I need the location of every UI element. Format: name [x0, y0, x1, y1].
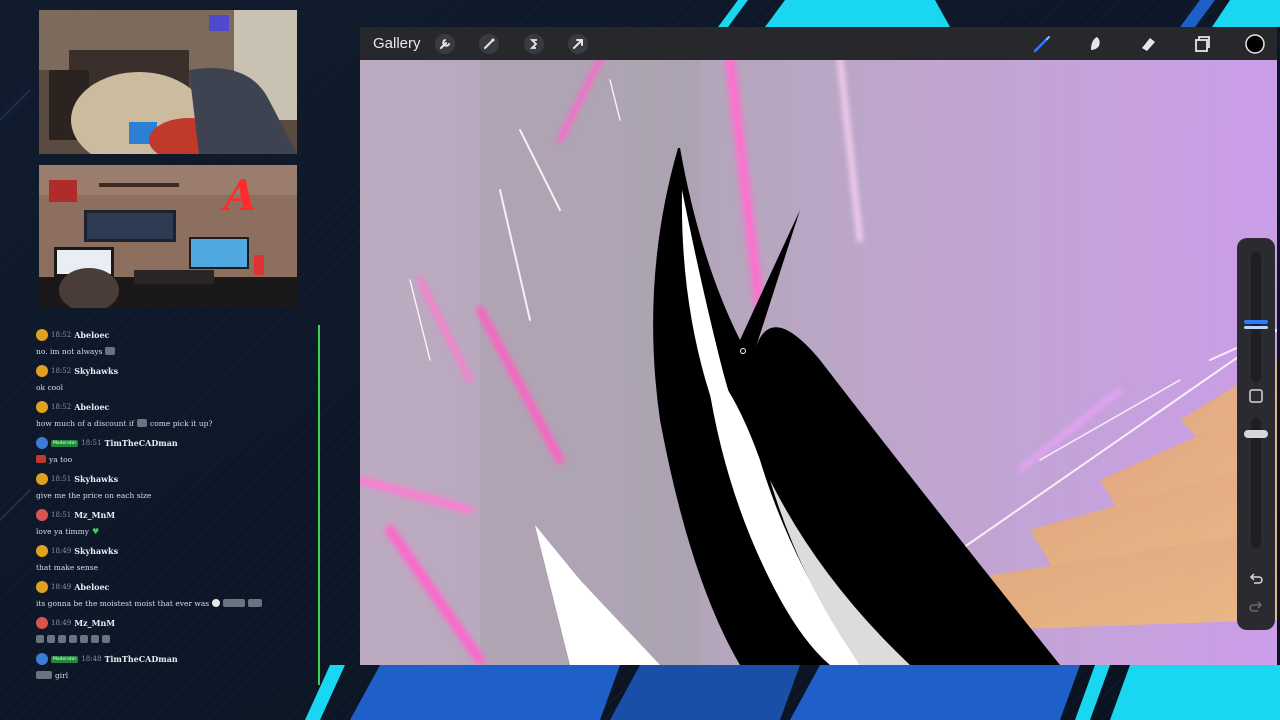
username[interactable]: Mz_MnM	[74, 510, 115, 520]
gallery-button[interactable]: Gallery	[373, 35, 421, 52]
chat-panel: 18:52 Abeloec no. im not always 18:52 Sk…	[30, 325, 320, 685]
username[interactable]: Mz_MnM	[74, 618, 115, 628]
chat-message: 18:49 Mz_MnM	[36, 616, 316, 645]
message-text: ok cool	[36, 382, 64, 392]
avatar	[36, 401, 48, 413]
redo-icon[interactable]	[1248, 598, 1264, 614]
timestamp: 18:52	[51, 367, 72, 375]
chat-message: 18:49 Abeloec its gonna be the moistest …	[36, 580, 316, 609]
chat-message: 18:52 Skyhawks ok cool	[36, 364, 316, 393]
layers-icon[interactable]	[1192, 34, 1212, 54]
username[interactable]: Skyhawks	[74, 546, 118, 556]
wrench-icon[interactable]	[435, 34, 455, 54]
emote-icon	[36, 455, 46, 463]
emote-row	[36, 633, 316, 645]
chat-message: 18:52 Abeloec no. im not always	[36, 328, 316, 357]
chat-message: Moderator 18:51 TimTheCADman ya too	[36, 436, 316, 465]
eraser-icon[interactable]	[1138, 34, 1158, 54]
username[interactable]: TimTheCADman	[104, 654, 177, 664]
color-swatch-icon[interactable]	[1245, 34, 1265, 54]
avatar	[36, 329, 48, 341]
opacity-handle[interactable]	[1244, 430, 1268, 438]
webcam-room: A	[39, 165, 297, 308]
procreate-window: Gallery	[360, 27, 1277, 665]
chat-message: 18:51 Mz_MnM love ya timmy ♥	[36, 508, 316, 537]
username[interactable]: Abeloec	[74, 582, 109, 592]
avatar	[36, 365, 48, 377]
brush-size-handle-shadow	[1244, 326, 1268, 329]
timestamp: 18:49	[51, 583, 72, 591]
brush-size-handle[interactable]	[1244, 320, 1268, 324]
message-text: give me the price on each size	[36, 490, 152, 500]
message-text: that make sense	[36, 562, 99, 572]
timestamp: 18:51	[51, 475, 72, 483]
brush-size-slider[interactable]	[1251, 252, 1261, 382]
timestamp: 18:48	[81, 655, 102, 663]
avatar	[36, 437, 48, 449]
brush-icon[interactable]	[1032, 34, 1052, 54]
username[interactable]: TimTheCADman	[104, 438, 177, 448]
message-text: love ya timmy	[36, 526, 89, 536]
avatar	[36, 581, 48, 593]
emote-icon	[137, 419, 148, 427]
message-text: girl	[55, 670, 69, 680]
transform-arrow-icon[interactable]	[568, 34, 588, 54]
modify-button-square-icon[interactable]	[1248, 388, 1264, 404]
message-text: its gonna be the moistest moist that eve…	[36, 598, 210, 608]
webcam-streamer	[39, 10, 297, 154]
message-text: no. im not always	[36, 346, 103, 356]
moderator-badge: Moderator	[51, 439, 79, 447]
selection-s-icon[interactable]	[524, 34, 544, 54]
timestamp: 18:51	[81, 439, 102, 447]
svg-text:A: A	[220, 171, 257, 220]
undo-icon[interactable]	[1248, 570, 1264, 586]
message-text: ya too	[49, 454, 73, 464]
emote-icon	[36, 671, 52, 679]
timestamp: 18:49	[51, 619, 72, 627]
username[interactable]: Skyhawks	[74, 366, 118, 376]
username[interactable]: Skyhawks	[74, 474, 118, 484]
timestamp: 18:52	[51, 331, 72, 339]
avatar	[36, 545, 48, 557]
avatar	[36, 617, 48, 629]
emote-icon	[223, 599, 246, 607]
chat-message: 18:51 Skyhawks give me the price on each…	[36, 472, 316, 501]
avatar	[36, 509, 48, 521]
timestamp: 18:51	[51, 511, 72, 519]
emote-icon	[105, 347, 116, 355]
chat-message: 18:52 Abeloec how much of a discount if c…	[36, 400, 316, 429]
username[interactable]: Abeloec	[74, 402, 109, 412]
chat-message: 18:49 Skyhawks that make sense	[36, 544, 316, 573]
procreate-toolbar: Gallery	[360, 27, 1277, 60]
procreate-sidebar	[1237, 238, 1275, 630]
timestamp: 18:49	[51, 547, 72, 555]
emote-icon	[248, 599, 263, 607]
message-text-continued: come pick it up?	[150, 418, 213, 428]
avatar	[36, 473, 48, 485]
chat-message: Moderator 18:48 TimTheCADman girl	[36, 652, 316, 681]
drawing-canvas[interactable]	[360, 60, 1277, 665]
timestamp: 18:52	[51, 403, 72, 411]
green-heart-icon: ♥	[91, 526, 100, 536]
chat-accent-border	[318, 325, 320, 685]
avatar	[36, 653, 48, 665]
message-text: how much of a discount if	[36, 418, 135, 428]
smudge-icon[interactable]	[1085, 34, 1105, 54]
moderator-badge: Moderator	[51, 655, 79, 663]
emote-icon	[212, 599, 221, 607]
username[interactable]: Abeloec	[74, 330, 109, 340]
magic-wand-icon[interactable]	[479, 34, 499, 54]
